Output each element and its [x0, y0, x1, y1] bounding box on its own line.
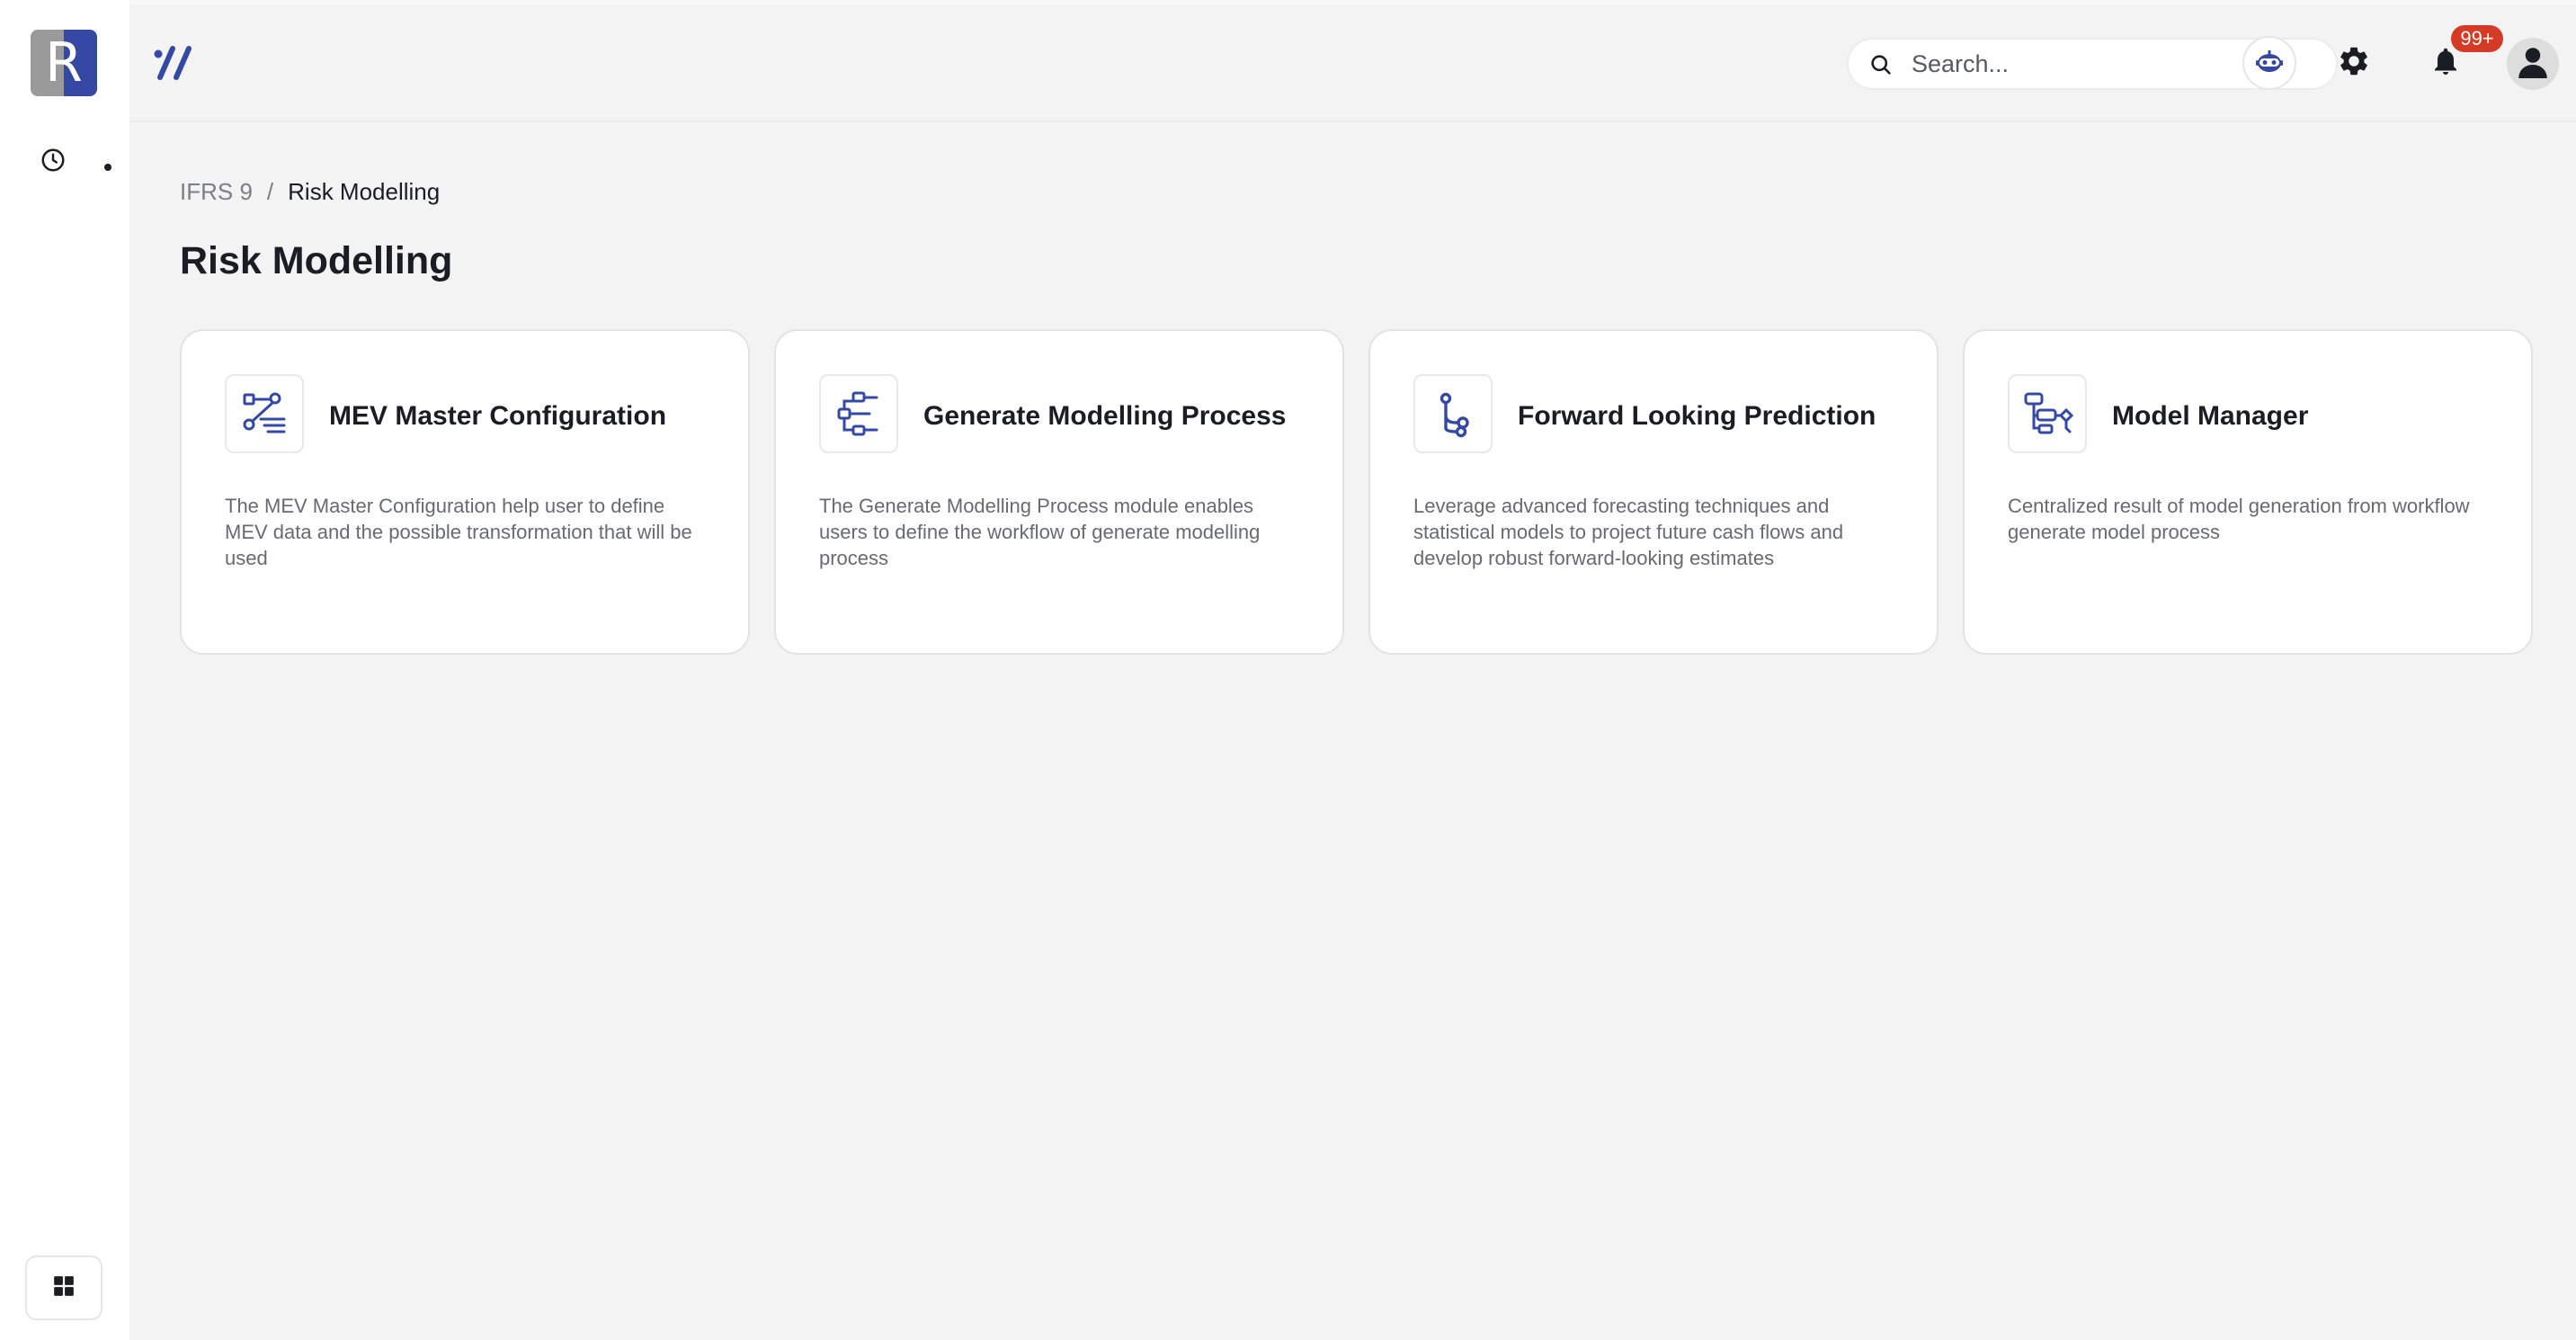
workflow-list-icon: [225, 374, 304, 453]
card-description: Leverage advanced forecasting techniques…: [1413, 495, 1844, 569]
breadcrumb: IFRS 9 / Risk Modelling: [180, 178, 440, 206]
card-forward-looking-prediction[interactable]: Forward Looking Prediction Leverage adva…: [1368, 329, 1939, 655]
top-bar: 99+: [129, 0, 2576, 122]
card-title: Forward Looking Prediction: [1518, 401, 1876, 431]
slashes-icon[interactable]: [153, 43, 198, 81]
sidebar-item-history[interactable]: [40, 144, 120, 180]
clock-icon: [40, 147, 67, 178]
settings-button[interactable]: [2331, 40, 2377, 86]
sidebar-indicator-dot: [104, 164, 111, 171]
process-flow-icon: [819, 374, 898, 453]
card-description: The Generate Modelling Process module en…: [819, 495, 1261, 569]
robot-icon: [2254, 48, 2285, 79]
breadcrumb-separator: /: [266, 178, 274, 205]
card-generate-modelling-process[interactable]: Generate Modelling Process The Generate …: [774, 329, 1344, 655]
branch-icon: [1413, 374, 1493, 453]
sidebar: R: [0, 0, 129, 1340]
breadcrumb-item-ifrs9[interactable]: IFRS 9: [180, 178, 253, 206]
notification-badge: 99+: [2451, 25, 2503, 52]
grid-icon: [52, 1274, 76, 1302]
card-title: Generate Modelling Process: [923, 401, 1287, 431]
card-description: Centralized result of model generation f…: [2008, 495, 2470, 543]
card-title: MEV Master Configuration: [329, 401, 667, 431]
card-title: Model Manager: [2112, 401, 2309, 431]
model-structure-icon: [2008, 374, 2087, 453]
app-logo[interactable]: R: [31, 30, 97, 96]
card-description: The MEV Master Configuration help user t…: [225, 495, 692, 569]
apps-menu-button[interactable]: [25, 1255, 103, 1320]
card-mev-master-configuration[interactable]: MEV Master Configuration The MEV Master …: [180, 329, 750, 655]
logo-letter: R: [45, 31, 83, 94]
search-icon: [1868, 52, 1894, 82]
card-model-manager[interactable]: Model Manager Centralized result of mode…: [1963, 329, 2533, 655]
gear-icon: [2337, 44, 2371, 83]
breadcrumb-item-current: Risk Modelling: [288, 178, 441, 205]
page-title: Risk Modelling: [180, 239, 453, 282]
assistant-button[interactable]: [2242, 36, 2296, 90]
profile-avatar-button[interactable]: [2507, 38, 2559, 90]
user-icon: [2517, 44, 2549, 85]
app-root: R Search... 99+ IFRS 9 / Risk Modelling …: [0, 0, 2576, 1340]
